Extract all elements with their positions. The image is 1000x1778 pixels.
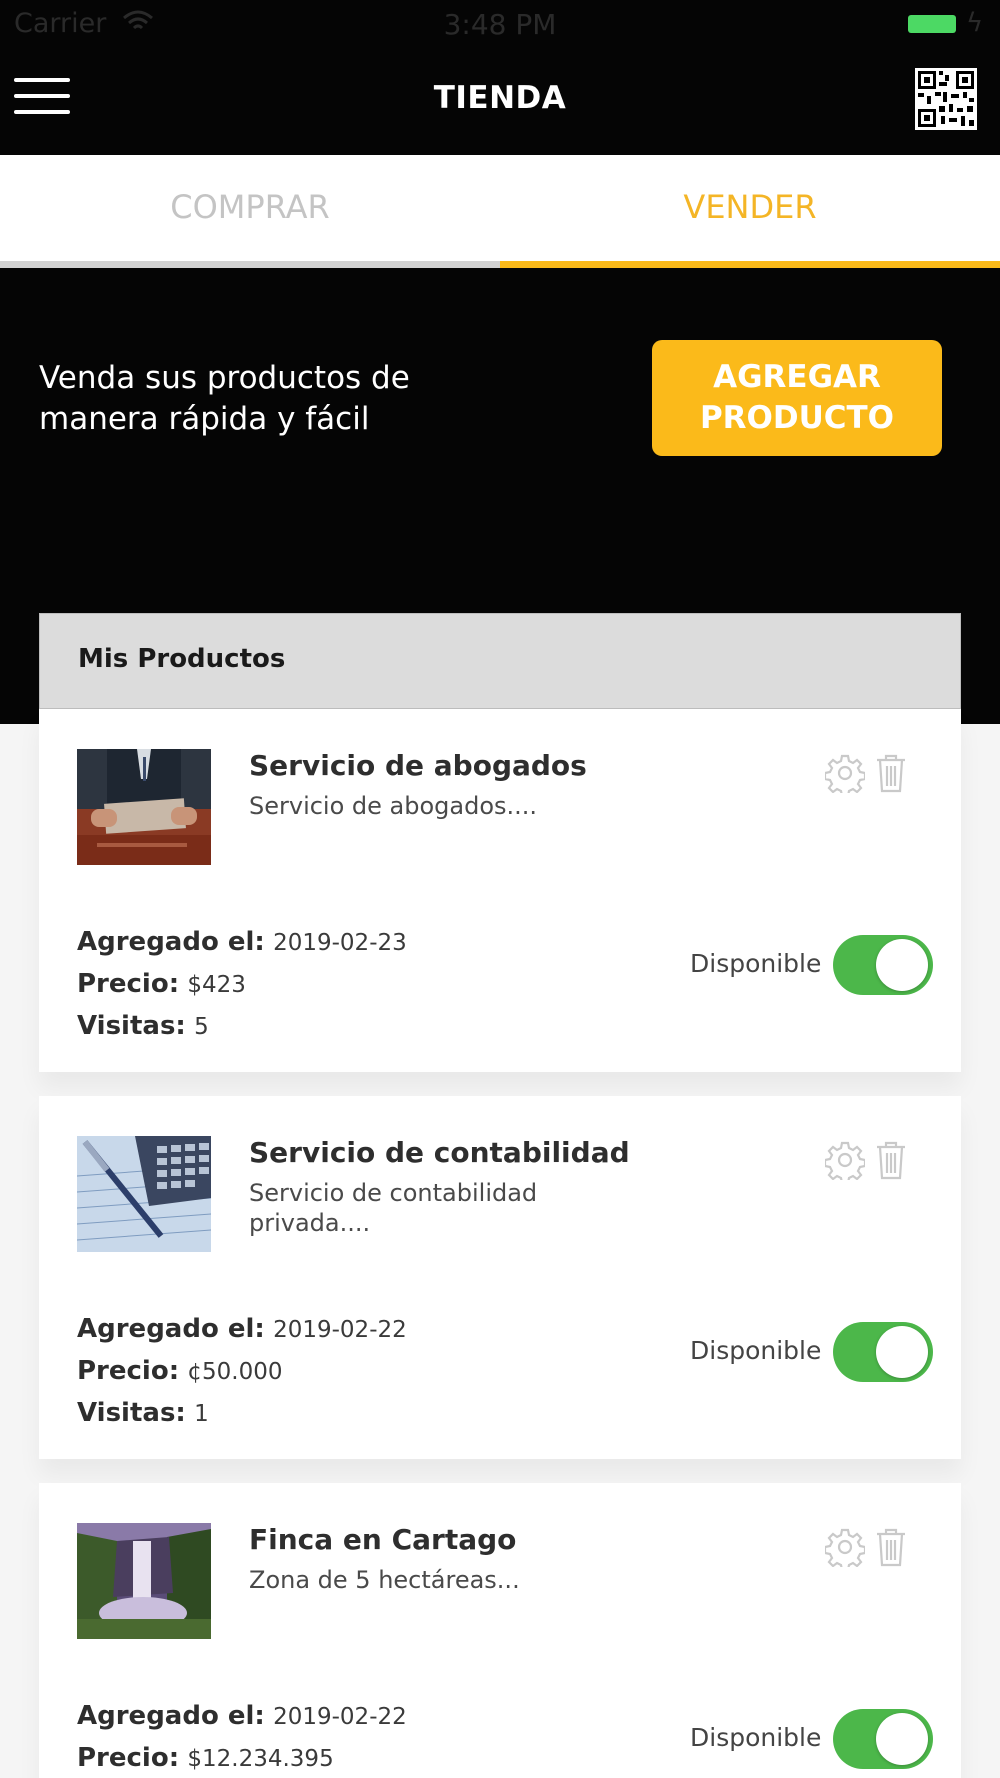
qr-code-icon[interactable] [915, 68, 977, 130]
trash-icon[interactable] [875, 1140, 907, 1180]
added-label: Agregado el: [77, 1701, 265, 1731]
calculator-pen-photo [77, 1136, 211, 1252]
product-card: Servicio de contabilidad Servicio de con… [39, 1096, 961, 1459]
gear-icon[interactable] [825, 753, 865, 793]
lawyer-laptop-photo [77, 749, 211, 865]
product-title: Servicio de contabilidad [249, 1136, 630, 1169]
waterfall-photo [77, 1523, 211, 1639]
charging-icon: ϟ [966, 8, 984, 38]
product-price-row: Precio: $423 [77, 969, 246, 999]
product-visits: 1 [194, 1401, 209, 1427]
product-added-row: Agregado el: 2019-02-23 [77, 927, 407, 957]
trash-icon[interactable] [875, 1527, 907, 1567]
available-label: Disponible [690, 949, 822, 978]
available-toggle[interactable] [833, 935, 933, 995]
product-visits-row: Visitas: 1 [77, 1398, 209, 1428]
product-price: $423 [187, 972, 246, 998]
product-price-row: Precio: $12.234.395 [77, 1743, 334, 1773]
tab-bar: COMPRAR VENDER [0, 155, 1000, 268]
add-product-label-1: AGREGAR [713, 359, 881, 395]
gear-icon[interactable] [825, 1140, 865, 1180]
product-title: Finca en Cartago [249, 1523, 517, 1556]
product-description: Zona de 5 hectáreas... [249, 1566, 520, 1594]
product-description: Servicio de abogados.... [249, 792, 538, 820]
added-label: Agregado el: [77, 1314, 265, 1344]
hero-text-line-2: manera rápida y fácil [39, 401, 370, 437]
gear-icon[interactable] [825, 1527, 865, 1567]
product-added-row: Agregado el: 2019-02-22 [77, 1701, 407, 1731]
product-card: Finca en Cartago Zona de 5 hectáreas... … [39, 1483, 961, 1778]
product-date: 2019-02-23 [273, 930, 407, 956]
price-label: Precio: [77, 969, 180, 999]
available-toggle[interactable] [833, 1322, 933, 1382]
toggle-knob [876, 1326, 928, 1378]
tab-active-indicator [500, 261, 1000, 268]
visits-label: Visitas: [77, 1398, 186, 1428]
product-card: Servicio de abogados Servicio de abogado… [39, 709, 961, 1072]
tab-vender[interactable]: VENDER [500, 155, 1000, 268]
price-label: Precio: [77, 1743, 180, 1773]
nav-bar: TIENDA [0, 48, 1000, 155]
add-product-label-2: PRODUCTO [699, 400, 895, 436]
product-visits: 5 [194, 1014, 209, 1040]
page-title: TIENDA [433, 80, 567, 116]
product-visits-row: Visitas: 5 [77, 1011, 209, 1041]
product-date: 2019-02-22 [273, 1317, 407, 1343]
toggle-knob [876, 939, 928, 991]
product-price: ¢50.000 [187, 1359, 283, 1385]
product-price: $12.234.395 [187, 1746, 334, 1772]
available-label: Disponible [690, 1336, 822, 1365]
clock: 3:48 PM [443, 8, 557, 41]
hero-text-line-1: Venda sus productos de [39, 360, 410, 396]
added-label: Agregado el: [77, 927, 265, 957]
product-description: Servicio de contabilidad privada.... [249, 1179, 538, 1237]
status-bar: Carrier 3:48 PM ϟ [0, 0, 1000, 48]
product-date: 2019-02-22 [273, 1704, 407, 1730]
add-product-button[interactable]: AGREGAR PRODUCTO [652, 340, 942, 456]
products-section-title: Mis Productos [78, 644, 286, 674]
tab-track [0, 261, 500, 268]
product-added-row: Agregado el: 2019-02-22 [77, 1314, 407, 1344]
product-price-row: Precio: ¢50.000 [77, 1356, 283, 1386]
available-toggle[interactable] [833, 1709, 933, 1769]
visits-label: Visitas: [77, 1011, 186, 1041]
product-title: Servicio de abogados [249, 749, 587, 782]
toggle-knob [876, 1713, 928, 1765]
hero-text: Venda sus productos de manera rápida y f… [39, 358, 479, 440]
available-label: Disponible [690, 1723, 822, 1752]
trash-icon[interactable] [875, 753, 907, 793]
tab-comprar[interactable]: COMPRAR [0, 155, 500, 268]
battery-icon [908, 15, 956, 33]
price-label: Precio: [77, 1356, 180, 1386]
products-section-header: Mis Productos [39, 613, 961, 709]
